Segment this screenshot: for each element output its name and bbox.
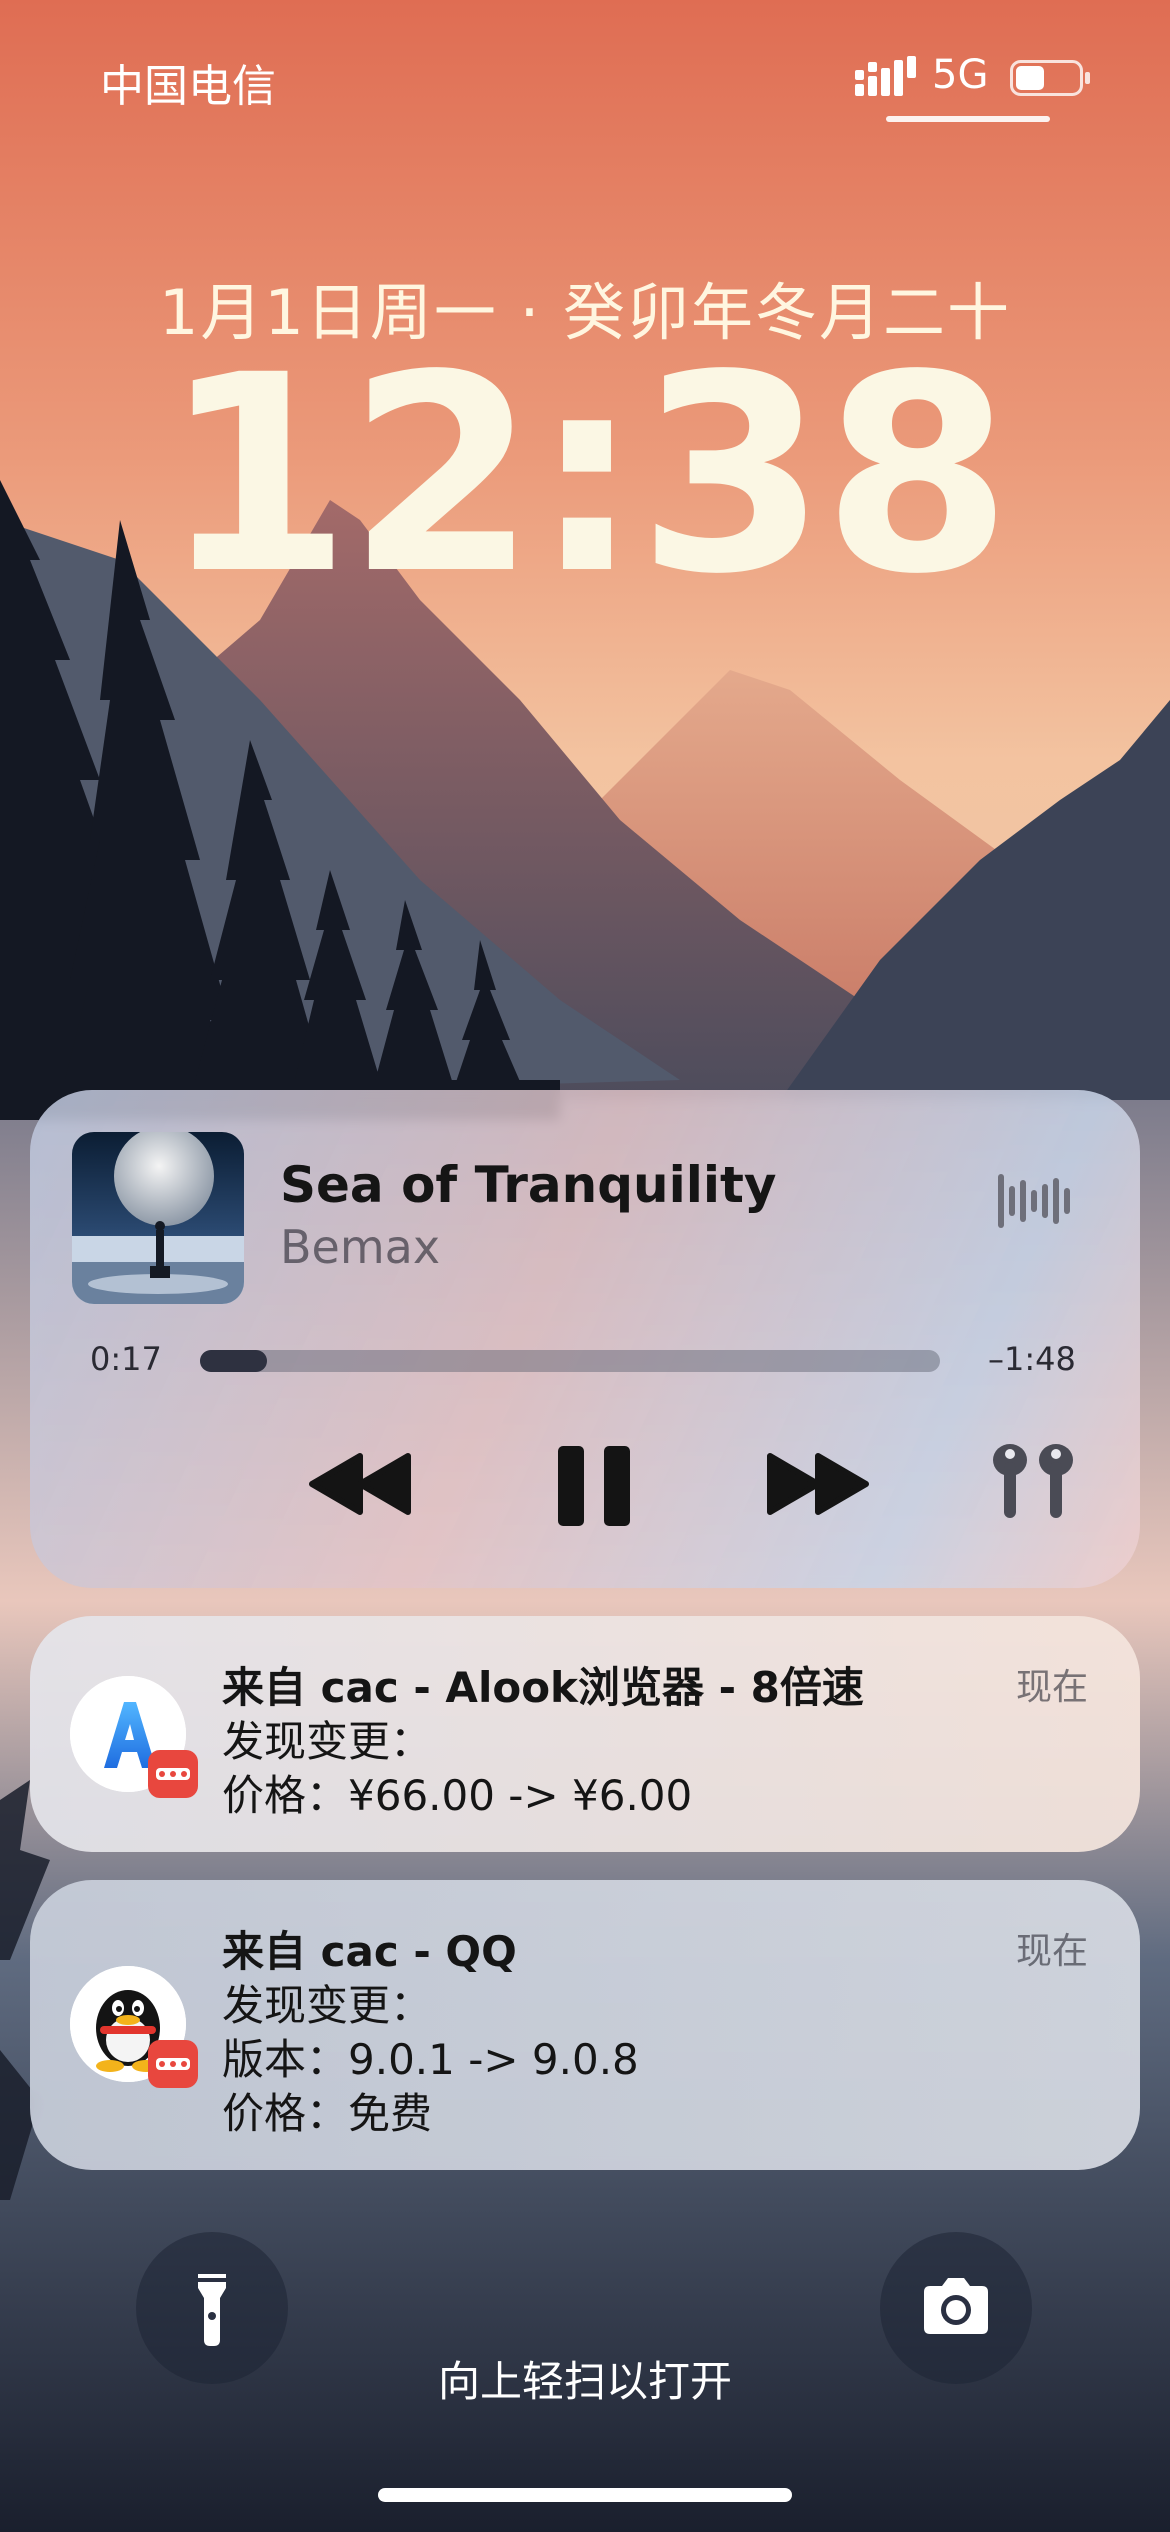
- notification-title: 来自 cac - Alook浏览器 - 8倍速: [222, 1663, 864, 1712]
- track-artist: Bemax: [280, 1220, 441, 1274]
- lock-clock: 12:38: [162, 318, 1012, 634]
- elapsed-time: 0:17: [90, 1340, 162, 1378]
- cac-badge-icon: [148, 2040, 198, 2088]
- signal-bars-icon: [855, 56, 916, 96]
- qq-app-icon: [70, 1966, 198, 2088]
- notification-card[interactable]: 来自 cac - QQ 现在 发现变更： 版本：9.0.1 -> 9.0.8 价…: [30, 1880, 1140, 2170]
- rewind-icon[interactable]: [308, 1434, 418, 1534]
- track-title: Sea of Tranquility: [280, 1156, 777, 1214]
- battery-icon: [1010, 60, 1090, 96]
- pause-icon[interactable]: [550, 1434, 640, 1534]
- cac-badge-icon: [148, 1750, 198, 1798]
- notification-body-line: 发现变更：: [222, 1717, 433, 1766]
- album-artwork[interactable]: [72, 1132, 244, 1304]
- playback-progress-bar[interactable]: [200, 1350, 940, 1372]
- alook-browser-app-icon: [70, 1676, 198, 1798]
- notification-time: 现在: [1015, 1667, 1088, 1708]
- remaining-time: –1:48: [988, 1340, 1076, 1378]
- carrier-name: 中国电信: [100, 61, 276, 112]
- notification-body-line: 价格：免费: [222, 2089, 433, 2138]
- notification-time: 现在: [1015, 1931, 1088, 1972]
- waveform-icon[interactable]: [998, 1166, 1070, 1236]
- notification-body-line: 版本：9.0.1 -> 9.0.8: [222, 2035, 639, 2084]
- notification-card[interactable]: 来自 cac - Alook浏览器 - 8倍速 现在 发现变更： 价格：¥66.…: [30, 1616, 1140, 1852]
- now-playing-card[interactable]: Sea of Tranquility Bemax 0:17 –1:48: [30, 1090, 1140, 1588]
- network-type: 5G: [932, 52, 989, 98]
- status-bar-underline: [886, 116, 1050, 122]
- notification-body-line: 发现变更：: [222, 1981, 433, 2030]
- home-indicator[interactable]: [378, 2488, 792, 2502]
- playback-progress-fill: [200, 1350, 267, 1372]
- fast-forward-icon[interactable]: [760, 1434, 870, 1534]
- notification-title: 来自 cac - QQ: [222, 1927, 517, 1976]
- swipe-up-hint: 向上轻扫以打开: [437, 2357, 732, 2406]
- notification-body-line: 价格：¥66.00 -> ¥6.00: [222, 1771, 693, 1820]
- airpods-icon[interactable]: [988, 1442, 1078, 1524]
